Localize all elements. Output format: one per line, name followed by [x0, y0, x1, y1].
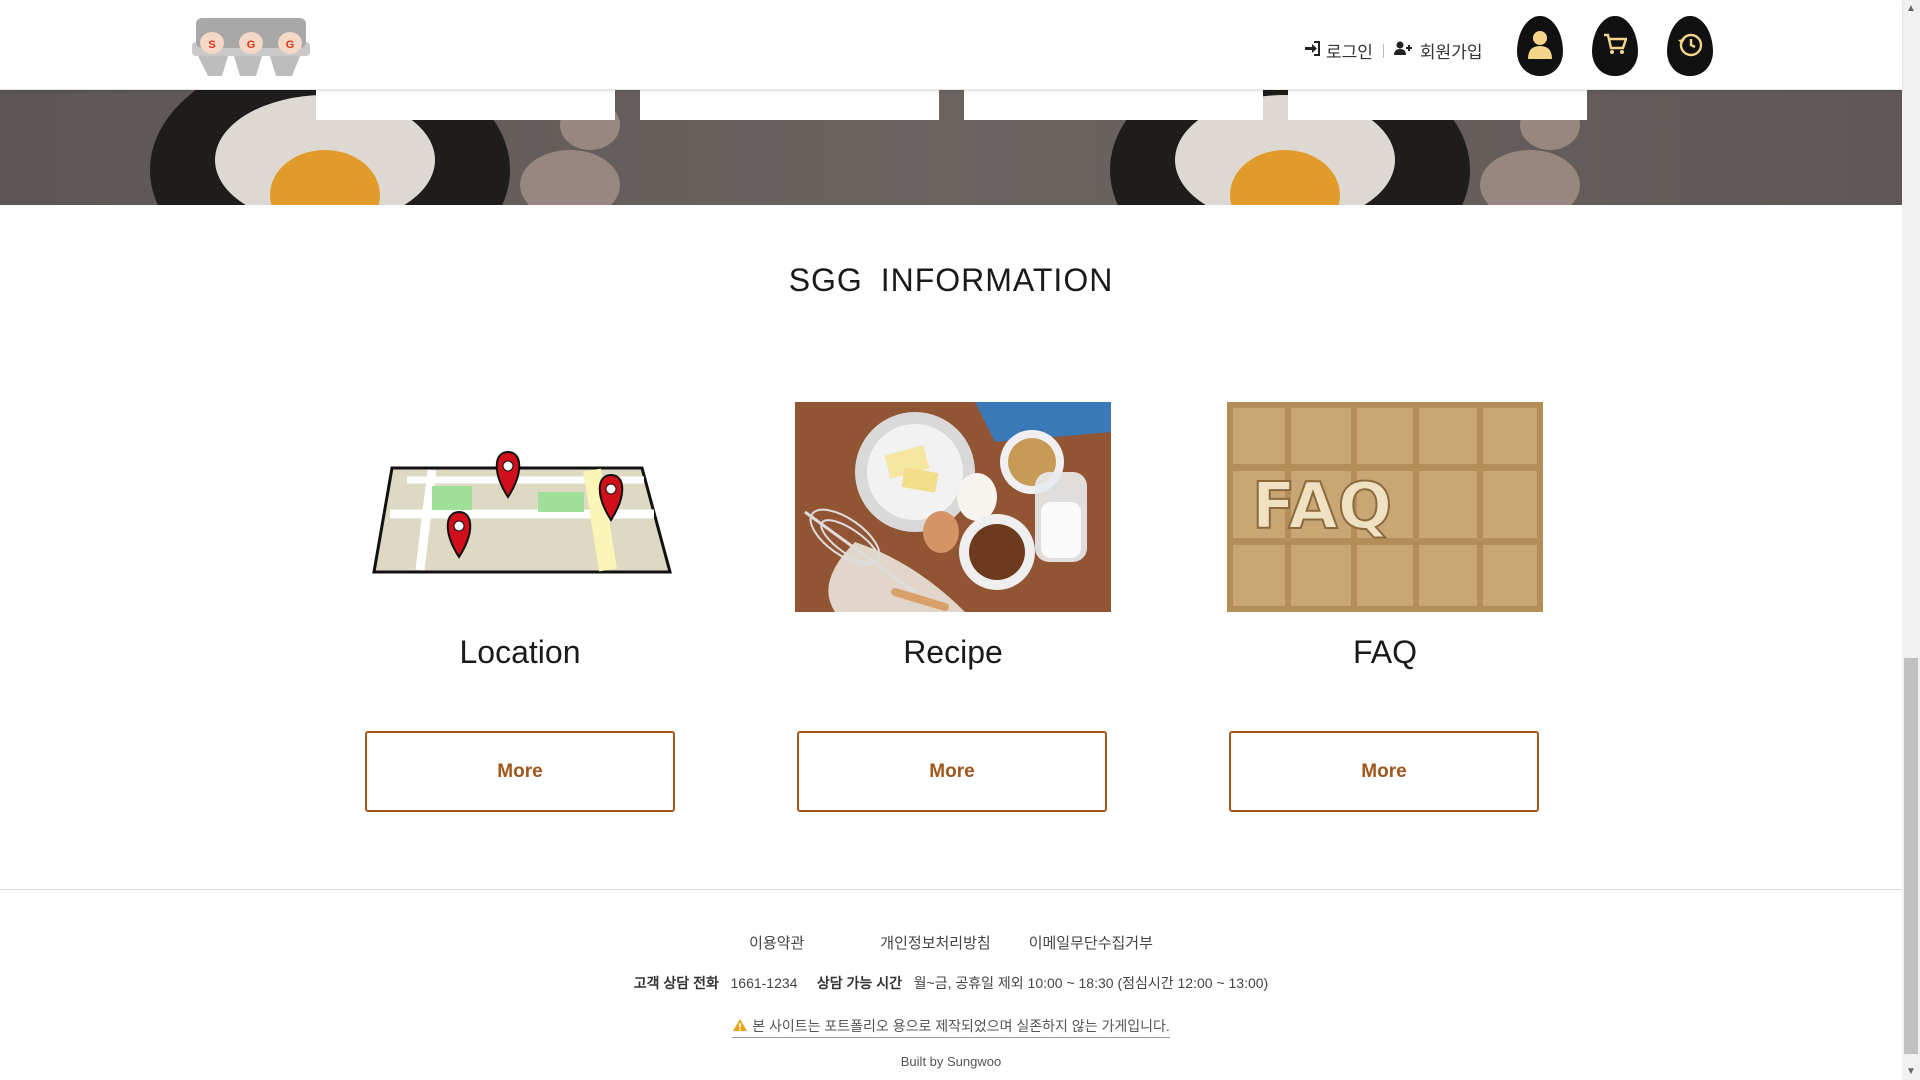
- logo-letter-s: S: [208, 39, 215, 51]
- hours-value: 월~금, 공휴일 제외 10:00 ~ 18:30 (점심시간 12:00 ~ …: [913, 975, 1269, 991]
- location-title: Location: [459, 634, 581, 670]
- faq-more-button[interactable]: More: [1229, 731, 1539, 812]
- history-icon: [1676, 30, 1704, 63]
- location-image: [362, 402, 678, 612]
- hours-label: 상담 가능 시간: [816, 975, 902, 991]
- auth-divider: [1382, 43, 1384, 58]
- terms-link[interactable]: 이용약관: [749, 932, 804, 953]
- faq-letter-f: FAQ: [1252, 470, 1392, 544]
- built-by: Built by Sungwoo: [900, 1054, 1002, 1069]
- footer-contact: 고객 상담 전화 1661-1234 상담 가능 시간 월~금, 공휴일 제외 …: [0, 973, 1902, 993]
- site-header: S G G 로그인 회원가입: [0, 0, 1902, 90]
- page-scrollbar[interactable]: ▲ ▼: [1902, 0, 1920, 1080]
- email-refusal-link[interactable]: 이메일무단수집거부: [1029, 932, 1153, 953]
- privacy-link[interactable]: 개인정보처리방침: [880, 932, 990, 953]
- section-title: SGG INFORMATION: [788, 262, 1114, 298]
- notice-text: 본 사이트는 포트폴리오 용으로 제작되었으며 실존하지 않는 가게입니다.: [752, 1018, 1170, 1034]
- footer-links: 이용약관 개인정보처리방침 이메일무단수집거부: [0, 932, 1902, 953]
- scroll-up-icon[interactable]: ▲: [1902, 0, 1920, 17]
- cart-icon: [1603, 33, 1628, 60]
- scroll-down-icon[interactable]: ▼: [1902, 1063, 1920, 1080]
- signup-link[interactable]: 회원가입: [1393, 38, 1483, 63]
- sgg-logo[interactable]: S G G: [190, 16, 312, 78]
- scroll-thumb[interactable]: [1904, 658, 1918, 1054]
- signup-label: 회원가입: [1419, 43, 1483, 62]
- sign-in-icon: [1304, 40, 1320, 61]
- faq-image: FAQ: [1227, 402, 1543, 612]
- fried-egg-banner: [0, 90, 1902, 205]
- product-card-2[interactable]: [640, 90, 939, 120]
- recipe-card: Recipe: [795, 402, 1111, 671]
- auth-links: 로그인 회원가입: [1304, 38, 1482, 63]
- faq-card: FAQ FAQ: [1227, 402, 1543, 671]
- faq-title: FAQ: [1352, 634, 1417, 670]
- history-button[interactable]: [1667, 16, 1713, 76]
- logo-letter-g2: G: [286, 39, 295, 51]
- user-icon: [1527, 29, 1553, 64]
- warning-icon: [732, 1018, 748, 1035]
- site-footer: 이용약관 개인정보처리방침 이메일무단수집거부 고객 상담 전화 1661-12…: [0, 889, 1902, 1080]
- location-card: Location: [362, 402, 678, 671]
- product-card-1[interactable]: [316, 90, 615, 120]
- location-more-button[interactable]: More: [365, 731, 675, 812]
- product-card-4[interactable]: [1288, 90, 1587, 120]
- logo-letter-g1: G: [247, 39, 256, 51]
- product-card-3[interactable]: [964, 90, 1263, 120]
- phone-number: 1661-1234: [730, 975, 798, 991]
- login-link[interactable]: 로그인: [1304, 38, 1373, 63]
- mypage-button[interactable]: [1517, 16, 1563, 76]
- footer-notice: 본 사이트는 포트폴리오 용으로 제작되었으며 실존하지 않는 가게입니다.: [0, 1016, 1902, 1038]
- recipe-image: [795, 402, 1111, 612]
- user-plus-icon: [1393, 41, 1414, 61]
- recipe-title: Recipe: [903, 634, 1003, 670]
- cart-button[interactable]: [1592, 16, 1638, 76]
- recipe-more-button[interactable]: More: [797, 731, 1107, 812]
- phone-label: 고객 상담 전화: [633, 975, 719, 991]
- login-label: 로그인: [1326, 43, 1373, 62]
